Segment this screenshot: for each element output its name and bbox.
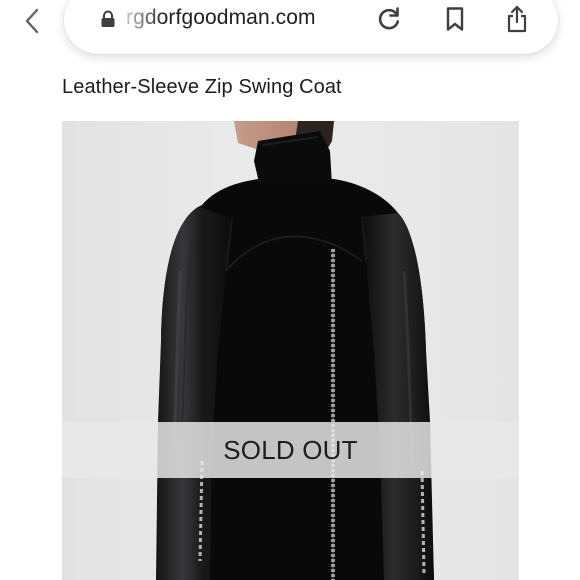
bookmark-icon: [446, 7, 464, 31]
coat-photo: [62, 121, 519, 580]
browser-toolbar: rgdorfgoodman.com: [0, 0, 580, 62]
share-button[interactable]: [502, 4, 532, 34]
share-icon: [507, 5, 527, 33]
reload-icon: [378, 7, 400, 30]
product-title: Leather-Sleeve Zip Swing Coat: [62, 76, 342, 98]
sold-out-overlay: SOLD OUT: [62, 422, 519, 478]
sold-out-label: SOLD OUT: [223, 434, 358, 465]
lock-icon: [101, 10, 115, 27]
product-image[interactable]: SOLD OUT: [62, 121, 519, 580]
reload-button[interactable]: [374, 4, 404, 34]
bookmark-button[interactable]: [440, 4, 470, 34]
address-bar[interactable]: rgdorfgoodman.com: [64, 0, 558, 54]
back-button[interactable]: [18, 6, 46, 36]
chevron-left-icon: [25, 8, 39, 34]
